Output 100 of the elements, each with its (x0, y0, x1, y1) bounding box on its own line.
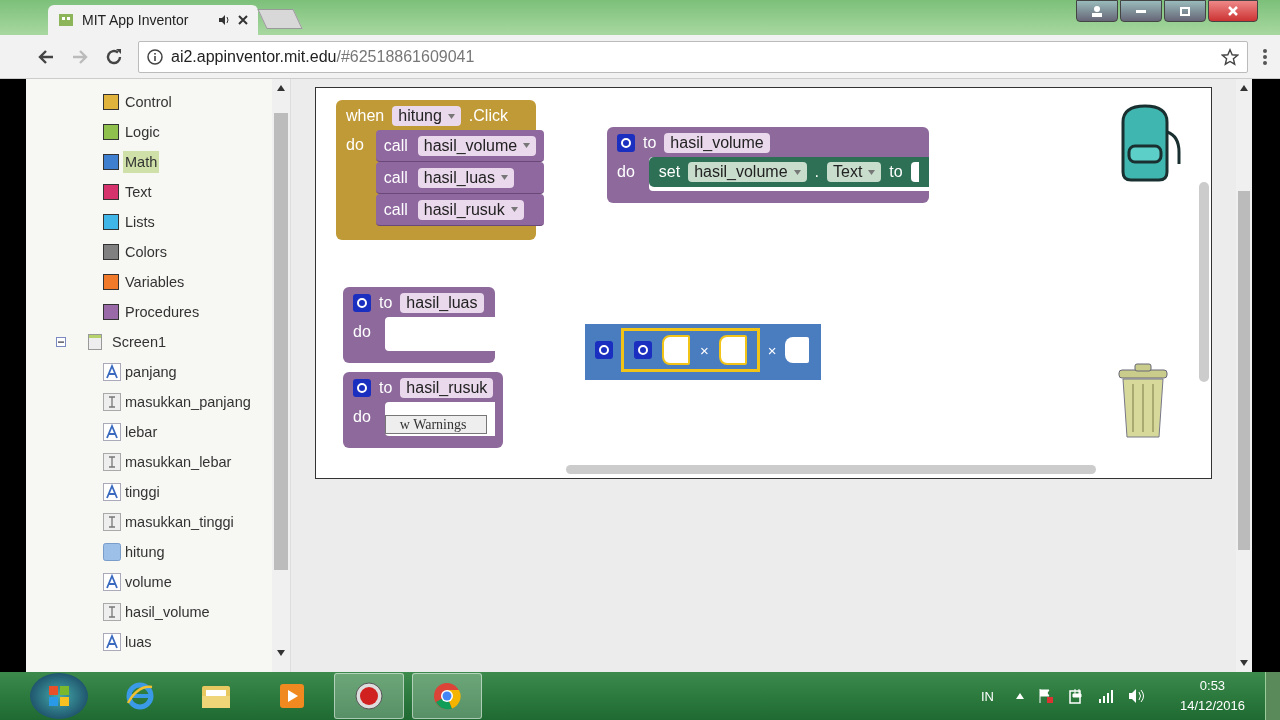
flag-icon[interactable] (1037, 688, 1054, 704)
call-block[interactable]: call hasil_luas (375, 162, 545, 194)
user-button[interactable] (1076, 0, 1118, 22)
procedure-name-field[interactable]: hasil_volume (664, 133, 770, 153)
minimize-button[interactable] (1120, 0, 1162, 22)
tree-item[interactable]: masukkan_lebar (123, 451, 234, 473)
close-button[interactable] (1208, 0, 1258, 22)
chrome-icon (432, 681, 462, 711)
category-item[interactable]: Text (123, 181, 154, 203)
dot-separator: . (814, 163, 819, 181)
gear-icon[interactable] (634, 341, 652, 359)
restore-button[interactable] (1164, 0, 1206, 22)
gear-icon[interactable] (353, 294, 371, 312)
scrollbar[interactable] (1199, 182, 1209, 382)
blocks-workspace[interactable]: when hitung .Click do call hasil_volume call hasil_luas call hasil_rusuk to hasil_volume do set hasil_volume . Text to to hasil_luas do to hasil_rusuk do w Warnings × × (315, 87, 1212, 479)
restore-icon (1179, 5, 1191, 17)
clock-date[interactable]: 14/12/2016 (1179, 696, 1245, 716)
procedure-block[interactable]: to hasil_volume do set hasil_volume . Text to (607, 127, 929, 203)
category-item[interactable]: Procedures (123, 301, 202, 323)
reload-icon[interactable] (104, 46, 124, 67)
clock-time[interactable]: 0:53 (1199, 676, 1226, 696)
tree-item[interactable]: panjang (123, 361, 179, 383)
collapse-toggle[interactable] (56, 337, 66, 347)
taskbar-app-button[interactable] (334, 673, 404, 719)
power-plug-icon[interactable] (1067, 688, 1084, 704)
procedure-dropdown[interactable]: hasil_rusuk (417, 199, 524, 220)
label-icon (103, 363, 121, 381)
language-indicator[interactable]: IN (980, 688, 994, 704)
label-icon (103, 423, 121, 441)
property-dropdown[interactable]: Text (827, 162, 882, 182)
category-item[interactable]: Lists (123, 211, 157, 233)
caret-icon (868, 169, 876, 175)
caret-icon[interactable] (1015, 693, 1024, 699)
category-item[interactable]: Colors (123, 241, 169, 263)
category-item[interactable]: Control (123, 91, 174, 113)
tree-item[interactable]: hitung (123, 541, 167, 563)
procedure-block[interactable]: to hasil_rusuk do w Warnings (343, 372, 504, 448)
close-icon[interactable] (238, 15, 248, 25)
category-item[interactable]: Logic (123, 121, 162, 143)
block-keyword: do (346, 135, 364, 155)
signal-icon[interactable] (1097, 689, 1114, 703)
speaker-icon[interactable] (1127, 688, 1146, 704)
minimize-icon (1136, 9, 1146, 13)
block-keyword: when (346, 107, 385, 125)
label-icon (103, 573, 121, 591)
block-keyword: .Click (468, 107, 508, 125)
procedure-name-field[interactable]: hasil_rusuk (400, 378, 494, 398)
set-block[interactable]: set hasil_volume . Text to (648, 157, 929, 187)
call-block[interactable]: call hasil_volume (375, 130, 545, 162)
procedure-name-field[interactable]: hasil_luas (400, 293, 484, 313)
gear-icon[interactable] (617, 134, 635, 152)
empty-socket[interactable] (662, 335, 690, 365)
star-icon[interactable] (1221, 47, 1239, 66)
empty-socket[interactable] (718, 335, 747, 365)
scroll-down-icon[interactable] (277, 650, 285, 656)
block-keyword: call (383, 168, 408, 187)
scroll-up-icon[interactable] (277, 85, 285, 91)
block-keyword: do (353, 322, 371, 342)
tree-item[interactable]: masukkan_tinggi (123, 511, 236, 533)
tree-item[interactable]: lebar (123, 421, 160, 443)
procedure-dropdown[interactable]: hasil_luas (417, 167, 514, 188)
taskbar-app-button[interactable] (412, 673, 482, 719)
scrollbar[interactable] (566, 465, 1096, 474)
info-icon (147, 48, 163, 65)
multiply-block[interactable]: × (621, 328, 760, 372)
gear-icon[interactable] (595, 341, 613, 359)
tree-item[interactable]: luas (123, 631, 154, 653)
procedure-block[interactable]: to hasil_luas do (343, 287, 495, 363)
category-item[interactable]: Variables (123, 271, 187, 293)
scrollbar[interactable] (1236, 79, 1252, 672)
show-warnings-button[interactable]: w Warnings (384, 415, 488, 434)
trash-icon[interactable] (1115, 362, 1171, 440)
empty-socket[interactable] (784, 337, 809, 363)
gear-icon[interactable] (353, 379, 371, 397)
tree-item[interactable]: masukkan_panjang (123, 391, 253, 413)
address-bar[interactable]: ai2.appinventor.mit.edu/#62518861609041 (138, 40, 1248, 73)
speaker-icon[interactable] (218, 14, 230, 26)
scrollbar[interactable] (272, 79, 290, 672)
procedure-dropdown[interactable]: hasil_volume (417, 135, 537, 156)
caret-icon (447, 113, 455, 119)
tree-item[interactable]: hasil_volume (123, 601, 212, 623)
browser-e-icon (125, 681, 155, 711)
block-keyword: to (379, 379, 393, 397)
tree-item[interactable]: Screen1 (110, 331, 168, 353)
tree-item[interactable]: tinggi (123, 481, 162, 503)
label-icon (103, 483, 121, 501)
component-dropdown[interactable]: hitung (392, 106, 461, 126)
browser-tab[interactable]: MIT App Inventor (48, 5, 258, 35)
textbox-icon (103, 393, 121, 411)
scroll-down-icon[interactable] (1240, 660, 1248, 666)
tree-item[interactable]: volume (123, 571, 174, 593)
multiply-block[interactable]: × × (585, 324, 821, 380)
block-keyword: do (617, 162, 635, 182)
menu-icon[interactable] (1262, 47, 1268, 66)
call-block[interactable]: call hasil_rusuk (375, 194, 545, 226)
block-keyword: do (353, 407, 371, 427)
scroll-up-icon[interactable] (1240, 85, 1248, 91)
category-item[interactable]: Math (123, 151, 160, 173)
textbox-icon (103, 513, 121, 531)
component-dropdown[interactable]: hasil_volume (688, 162, 807, 182)
